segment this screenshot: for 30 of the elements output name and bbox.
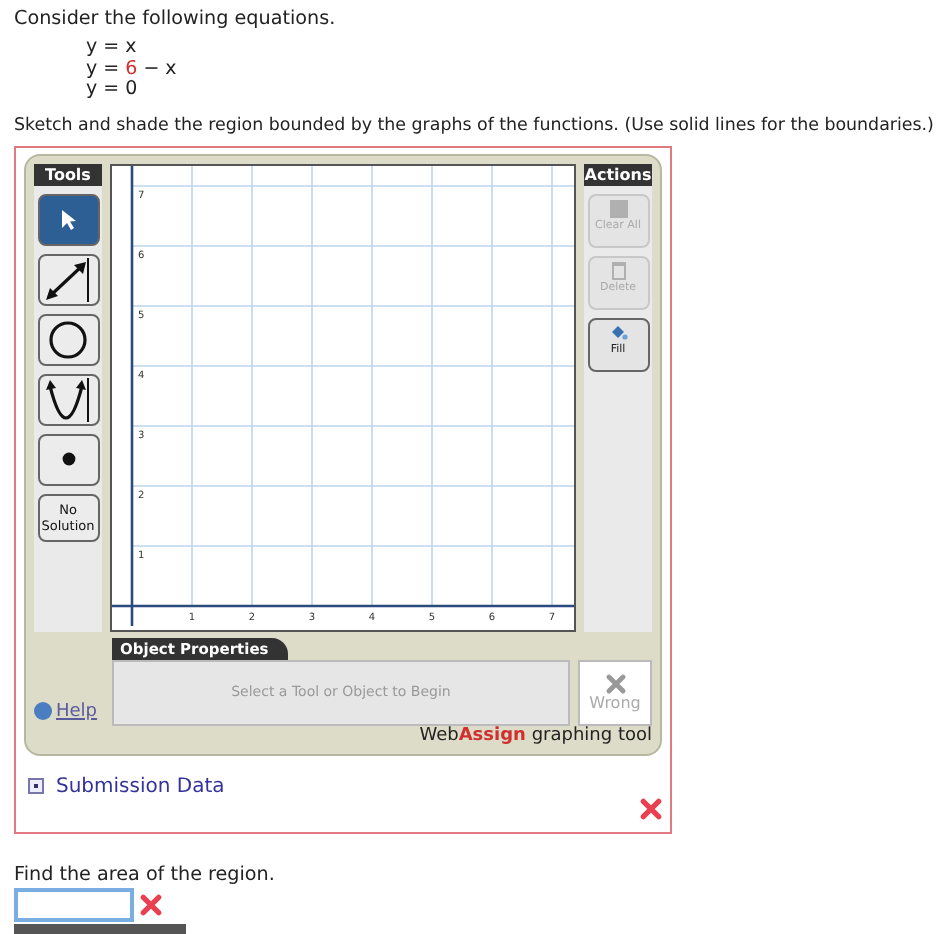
question-text: Find the area of the region. bbox=[14, 861, 277, 887]
help-link[interactable]: Help bbox=[34, 701, 104, 721]
equation: y = 6 − x bbox=[86, 59, 179, 80]
select-tool-button[interactable] bbox=[37, 193, 99, 245]
line-tool-button[interactable] bbox=[37, 253, 99, 305]
point-icon bbox=[61, 452, 75, 466]
help-icon bbox=[34, 702, 52, 720]
intro-text: Consider the following equations. bbox=[14, 8, 338, 32]
point-tool-button[interactable] bbox=[37, 433, 99, 485]
cross-icon bbox=[605, 673, 625, 693]
instruction-text: Sketch and shade the region bounded by the graphs of the functions. (Use solid lines for the boundaries.) bbox=[14, 113, 934, 137]
button-edge[interactable] bbox=[14, 923, 186, 934]
tools-header: Tools bbox=[34, 163, 102, 185]
submission-data-link[interactable]: Submission Data bbox=[56, 775, 225, 797]
paint-bucket-icon bbox=[608, 323, 628, 341]
parabola-icon bbox=[44, 377, 92, 421]
pointer-icon bbox=[59, 207, 77, 231]
equation: y = x bbox=[86, 38, 139, 59]
parabola-tool-button[interactable] bbox=[37, 373, 99, 425]
brand-text: WebAssign graphing tool bbox=[417, 725, 652, 745]
actions-header: Actions bbox=[584, 163, 652, 185]
equation: y = 0 bbox=[86, 80, 140, 101]
result-text: Wrong bbox=[589, 693, 641, 711]
square-icon bbox=[609, 199, 627, 217]
line-icon bbox=[44, 257, 92, 301]
circle-icon bbox=[48, 319, 88, 359]
answer-field[interactable] bbox=[14, 887, 134, 921]
expand-icon[interactable] bbox=[28, 778, 44, 794]
trash-icon bbox=[611, 261, 625, 279]
circle-tool-button[interactable] bbox=[37, 313, 99, 365]
